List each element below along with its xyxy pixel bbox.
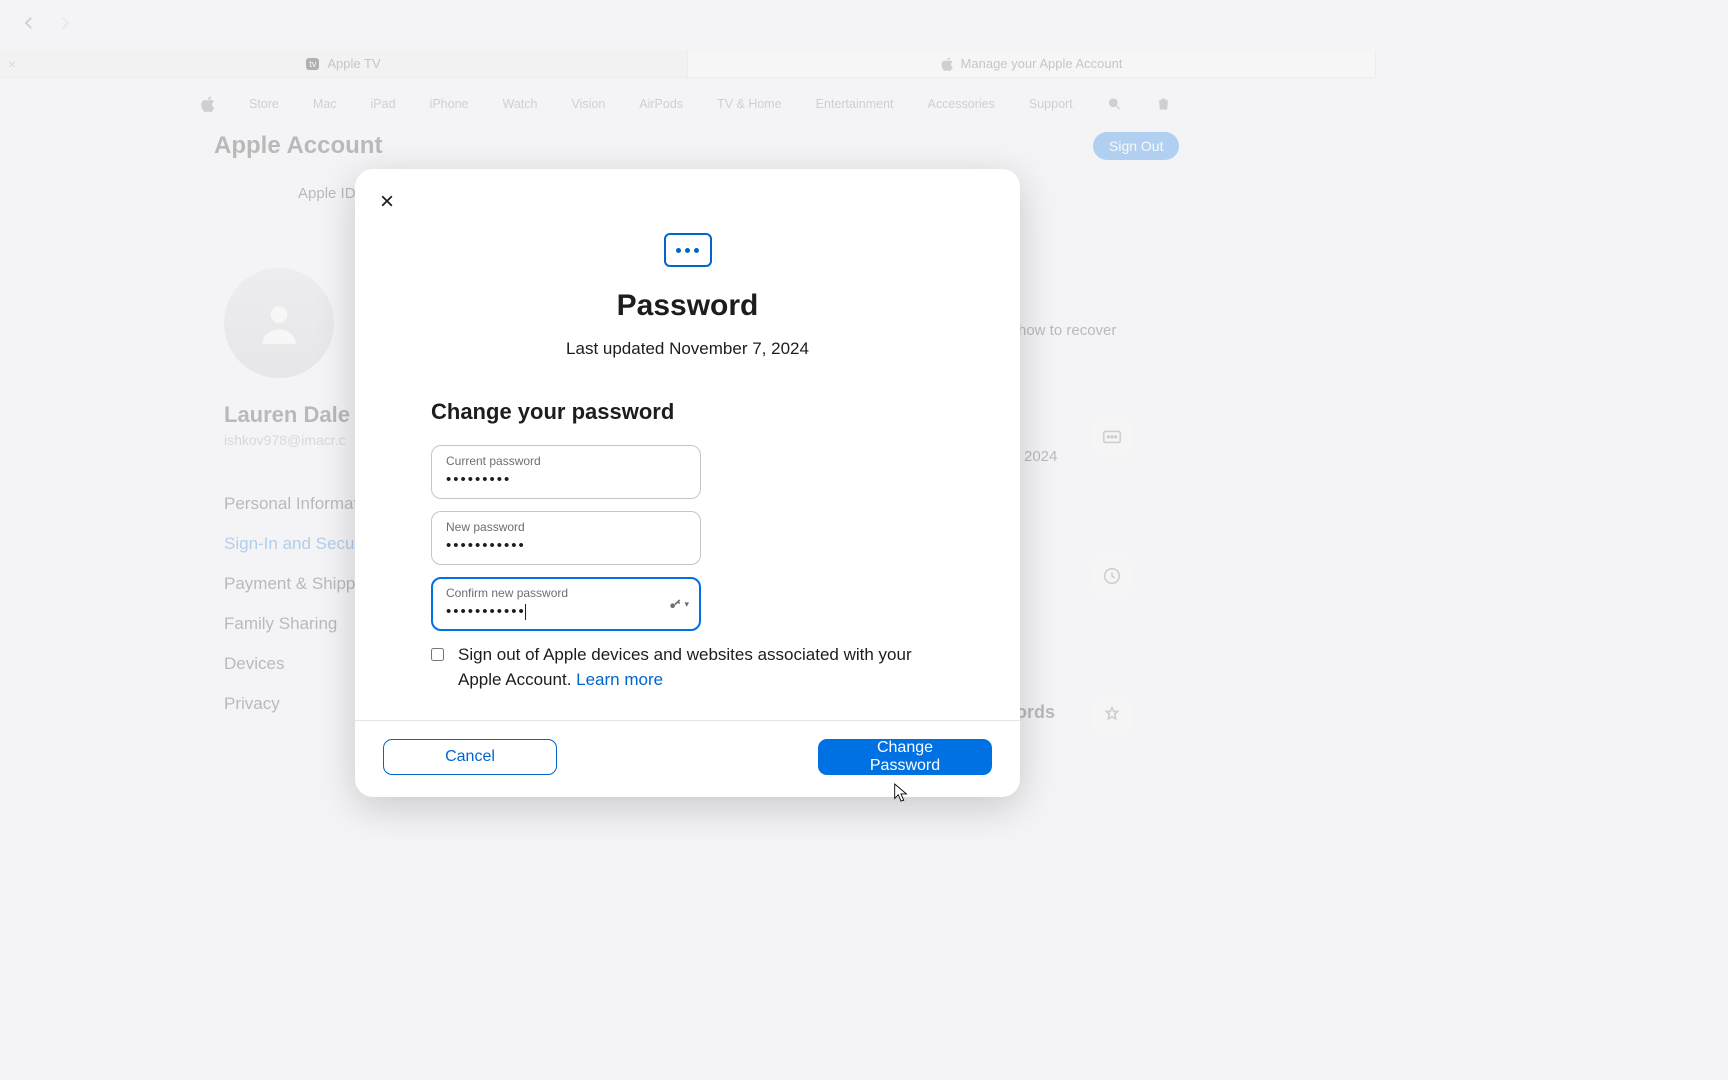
password-icon: [664, 233, 712, 267]
modal-subtitle: Last updated November 7, 2024: [431, 339, 944, 359]
current-password-field[interactable]: Current password •••••••••: [431, 445, 701, 499]
field-label: Current password: [446, 454, 686, 468]
section-title: Change your password: [431, 399, 944, 425]
change-password-modal: Password Last updated November 7, 2024 C…: [355, 169, 1020, 797]
learn-more-link[interactable]: Learn more: [576, 670, 663, 689]
confirm-password-field[interactable]: Confirm new password ••••••••••• ▾: [431, 577, 701, 631]
field-value: •••••••••••: [446, 537, 526, 554]
checkbox-label: Sign out of Apple devices and websites a…: [458, 645, 912, 689]
close-icon[interactable]: [377, 191, 397, 211]
change-password-button[interactable]: Change Password: [818, 739, 992, 775]
modal-footer: Cancel Change Password: [355, 720, 1020, 797]
keychain-icon[interactable]: ▾: [668, 597, 689, 611]
sign-out-devices-row: Sign out of Apple devices and websites a…: [431, 643, 944, 692]
new-password-field[interactable]: New password •••••••••••: [431, 511, 701, 565]
field-label: New password: [446, 520, 686, 534]
field-value: •••••••••: [446, 471, 511, 488]
modal-title: Password: [431, 289, 944, 323]
field-value: •••••••••••: [446, 603, 526, 620]
cancel-button[interactable]: Cancel: [383, 739, 557, 775]
field-label: Confirm new password: [446, 586, 686, 600]
sign-out-devices-checkbox[interactable]: [431, 646, 444, 663]
